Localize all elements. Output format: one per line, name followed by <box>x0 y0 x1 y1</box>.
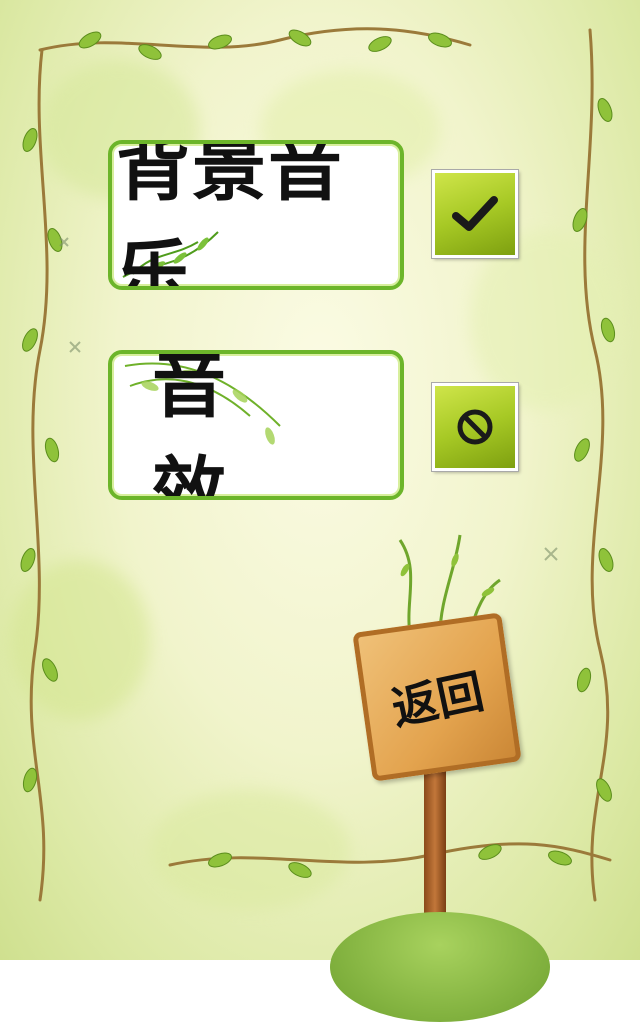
background-music-panel[interactable]: 背景音乐 <box>108 140 404 290</box>
sound-effects-label: 音效 <box>152 350 282 500</box>
background-music-toggle[interactable] <box>432 170 518 258</box>
back-button[interactable]: 返回 <box>352 612 522 782</box>
sound-effects-panel[interactable]: 音效 <box>108 350 404 500</box>
back-button-label: 返回 <box>387 663 489 736</box>
background-music-label: 背景音乐 <box>116 140 344 290</box>
sound-effects-toggle[interactable] <box>432 383 518 471</box>
prohibited-icon <box>457 409 493 445</box>
checkmark-icon <box>452 196 498 231</box>
grass-mound <box>330 912 550 1022</box>
